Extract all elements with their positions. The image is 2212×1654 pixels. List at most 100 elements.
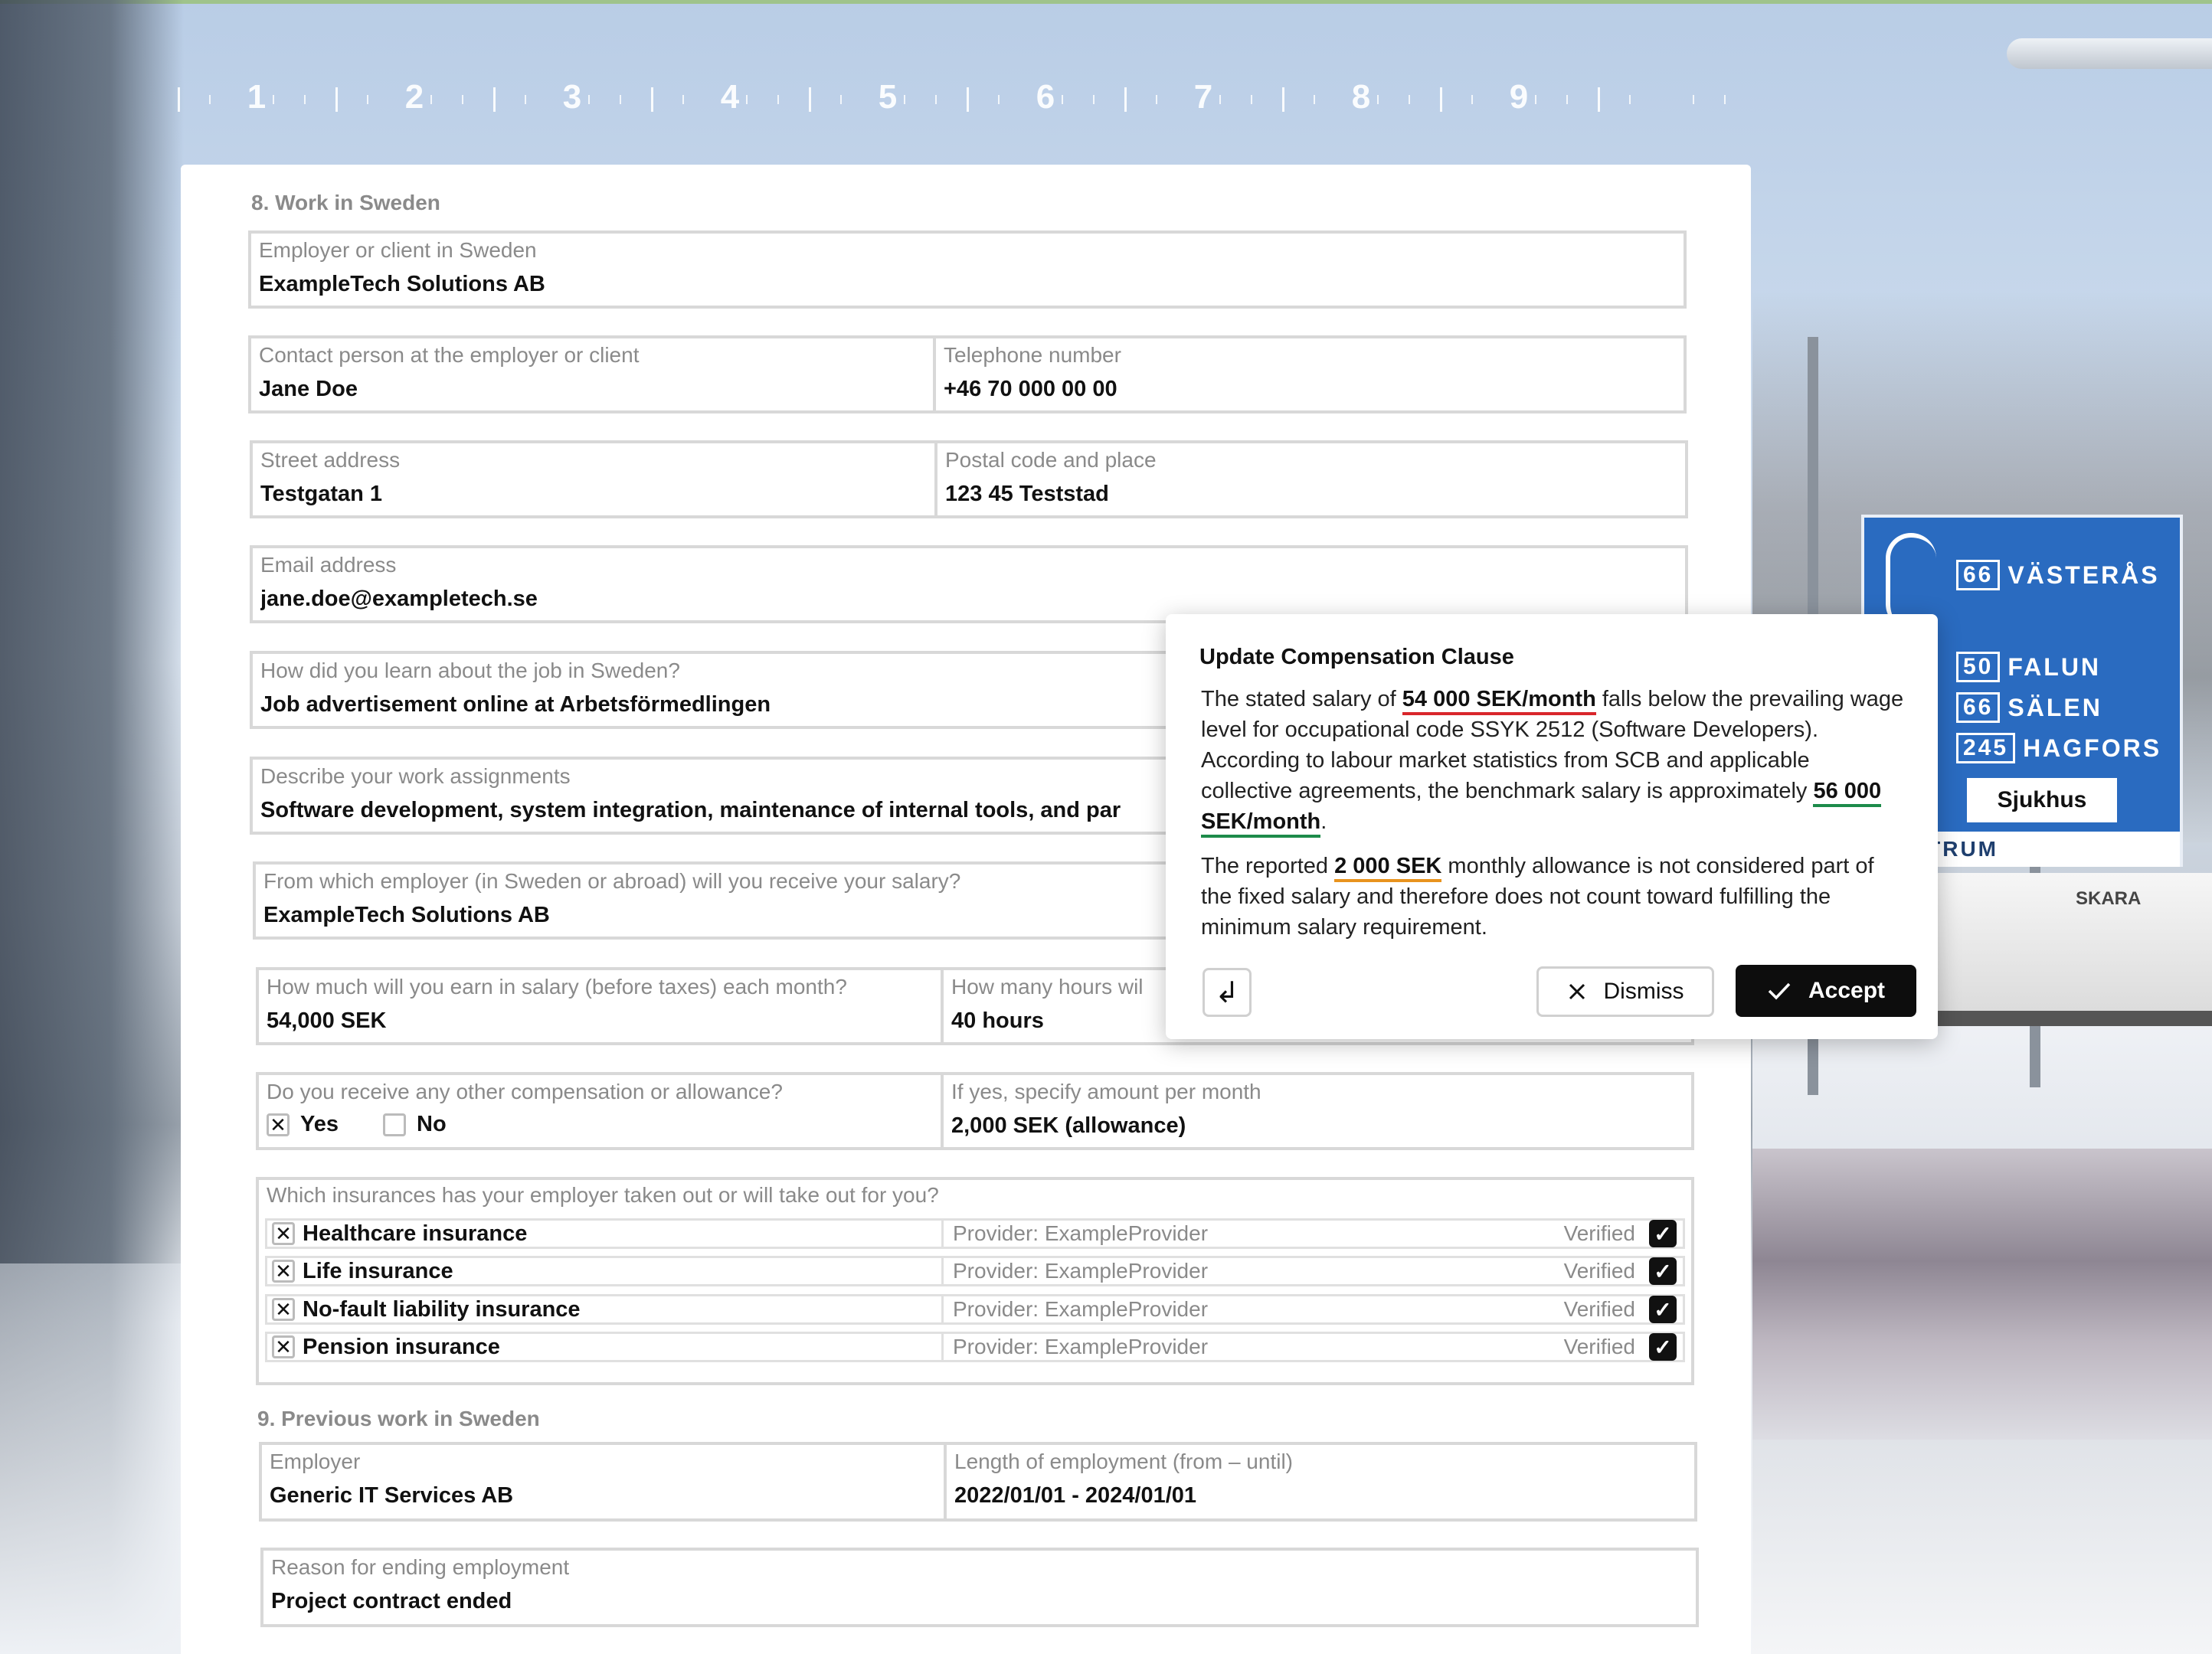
- enter-icon: ↲: [1215, 976, 1239, 1009]
- popup-text: The reported: [1201, 854, 1335, 878]
- section-title: 8. Work in Sweden: [251, 191, 440, 214]
- ruler-tick: [651, 87, 653, 112]
- ruler-number: 8: [1351, 78, 1371, 116]
- yes-label: Yes: [300, 1112, 339, 1136]
- field-value: +46 70 000 00 00: [944, 377, 1117, 401]
- close-icon: [1569, 983, 1585, 1000]
- ruler-minor-tick: [1566, 95, 1568, 104]
- ruler-minor-tick: [1692, 95, 1694, 104]
- ruler-minor-tick: [682, 95, 685, 104]
- no-label: No: [417, 1112, 447, 1136]
- insurance-checkbox[interactable]: ✕: [272, 1335, 295, 1358]
- dismiss-label: Dismiss: [1603, 979, 1684, 1004]
- verified-label: Verified: [1563, 1335, 1635, 1358]
- street-address-field[interactable]: Street address Testgatan 1: [253, 443, 934, 515]
- no-checkbox[interactable]: [383, 1113, 406, 1136]
- insurance-row: ✕ Healthcare insurance Provider: ExampleP…: [265, 1218, 1685, 1249]
- popup-paragraph-2: The reported 2 000 SEK monthly allowance…: [1201, 851, 1904, 943]
- verified-checkbox-icon[interactable]: ✓: [1649, 1333, 1677, 1361]
- background-road: [1752, 1149, 2212, 1470]
- ruler-tick: [1440, 87, 1442, 112]
- field-value: Testgatan 1: [260, 482, 383, 506]
- verified-checkbox-icon[interactable]: ✓: [1649, 1257, 1677, 1285]
- truck-label: SKARA: [2076, 888, 2142, 909]
- ruler-minor-tick: [1408, 95, 1410, 104]
- insert-enter-button[interactable]: ↲: [1203, 968, 1252, 1017]
- field-label: Telephone number: [944, 343, 1121, 367]
- yes-checkbox[interactable]: ✕: [267, 1113, 290, 1136]
- insurance-name: Life insurance: [303, 1258, 453, 1283]
- ruler-minor-tick: [1092, 95, 1095, 104]
- sign-row: 66 SÄLEN: [1956, 692, 2102, 723]
- ruler-number: 9: [1509, 78, 1529, 116]
- postal-code-field[interactable]: Postal code and place 123 45 Teststad: [934, 443, 1685, 515]
- sign-row: 66 VÄSTERÅS: [1956, 560, 2160, 590]
- accept-label: Accept: [1808, 978, 1886, 1003]
- ruler-minor-tick: [461, 95, 463, 104]
- checkmark-icon: [1768, 982, 1791, 1000]
- ruler-minor-tick: [1376, 95, 1379, 104]
- ruler-minor-tick: [303, 95, 306, 104]
- allowance-suffix: (allowance): [1059, 1113, 1186, 1138]
- ruler-minor-tick: [209, 95, 211, 104]
- background-snow-left: [0, 1263, 184, 1654]
- salary-value: 54,000 SEK: [267, 1008, 387, 1034]
- employer-field[interactable]: Employer or client in Sweden ExampleTech…: [251, 234, 1684, 306]
- insurance-row: ✕ Pension insurance Provider: ExampleProv…: [265, 1332, 1685, 1362]
- insurance-checkbox[interactable]: ✕: [272, 1222, 295, 1245]
- ruler-minor-tick: [1219, 95, 1221, 104]
- popup-text: .: [1320, 809, 1327, 834]
- stated-salary-highlight: 54 000 SEK/month: [1402, 687, 1596, 715]
- insurance-row: ✕ Life insurance Provider: ExampleProvide…: [265, 1256, 1685, 1286]
- ruler-tick: [1124, 87, 1127, 112]
- monthly-salary-field[interactable]: How much will you earn in salary (before…: [259, 970, 941, 1042]
- contact-person-field[interactable]: Contact person at the employer or client…: [251, 338, 933, 410]
- verified-label: Verified: [1563, 1297, 1635, 1321]
- field-label: Length of employment (from – until): [954, 1450, 1293, 1473]
- verified-label: Verified: [1563, 1259, 1635, 1283]
- field-label: Email address: [260, 553, 397, 577]
- sign-place: FALUN: [2007, 652, 2102, 681]
- verified-checkbox-icon[interactable]: ✓: [1649, 1220, 1677, 1247]
- field-value: Generic IT Services AB: [270, 1483, 514, 1508]
- employment-length-field[interactable]: Length of employment (from – until) 2022…: [944, 1445, 1694, 1518]
- ruler-minor-tick: [1471, 95, 1474, 104]
- ruler-minor-tick: [525, 95, 527, 104]
- insurance-provider: Provider: ExampleProvider: [953, 1259, 1209, 1283]
- field-label: Employer: [270, 1450, 361, 1473]
- popup-text: The stated salary of: [1201, 687, 1402, 711]
- insurance-provider: Provider: ExampleProvider: [953, 1221, 1209, 1245]
- allowance-highlight: 2 000 SEK: [1334, 854, 1442, 882]
- insurance-checkbox[interactable]: ✕: [272, 1298, 295, 1321]
- background-snow-bottom: [1752, 1440, 2212, 1654]
- insurance-name: Healthcare insurance: [303, 1221, 528, 1246]
- ending-reason-field[interactable]: Reason for ending employment Project con…: [263, 1551, 1696, 1624]
- insurance-block: Which insurances has your employer taken…: [256, 1177, 1694, 1385]
- email-field[interactable]: Email address jane.doe@exampletech.se: [253, 548, 1685, 620]
- accept-button[interactable]: Accept: [1736, 965, 1916, 1017]
- sign-route-number: 50: [1956, 652, 2001, 682]
- ruler-tick: [967, 87, 969, 112]
- compensation-row: Do you receive any other compensation or…: [256, 1072, 1694, 1150]
- ruler-minor-tick: [934, 95, 937, 104]
- insurance-checkbox[interactable]: ✕: [272, 1260, 295, 1283]
- insurance-name: No-fault liability insurance: [303, 1296, 581, 1322]
- allowance-value: 2,000 SEK: [951, 1113, 1059, 1139]
- dismiss-button[interactable]: Dismiss: [1536, 966, 1714, 1017]
- allowance-amount-field[interactable]: If yes, specify amount per month 2,000 S…: [941, 1075, 1691, 1147]
- ruler-minor-tick: [587, 95, 590, 104]
- ruler-number: 6: [1036, 78, 1055, 116]
- ruler-number: 7: [1193, 78, 1213, 116]
- verified-checkbox-icon[interactable]: ✓: [1649, 1296, 1677, 1323]
- insurance-name: Pension insurance: [303, 1334, 500, 1359]
- sign-row: 245 HAGFORS: [1956, 733, 2161, 763]
- ruler-minor-tick: [1314, 95, 1316, 104]
- ruler-minor-tick: [1250, 95, 1252, 104]
- previous-employer-field[interactable]: Employer Generic IT Services AB: [262, 1445, 944, 1518]
- sign-place: SÄLEN: [2007, 693, 2102, 721]
- field-label: Do you receive any other compensation or…: [267, 1080, 783, 1103]
- telephone-field[interactable]: Telephone number +46 70 000 00 00: [933, 338, 1684, 410]
- sign-route-number: 66: [1956, 560, 2001, 590]
- truck: SKARA: [1938, 873, 2212, 1026]
- ruler-tick: [1282, 87, 1284, 112]
